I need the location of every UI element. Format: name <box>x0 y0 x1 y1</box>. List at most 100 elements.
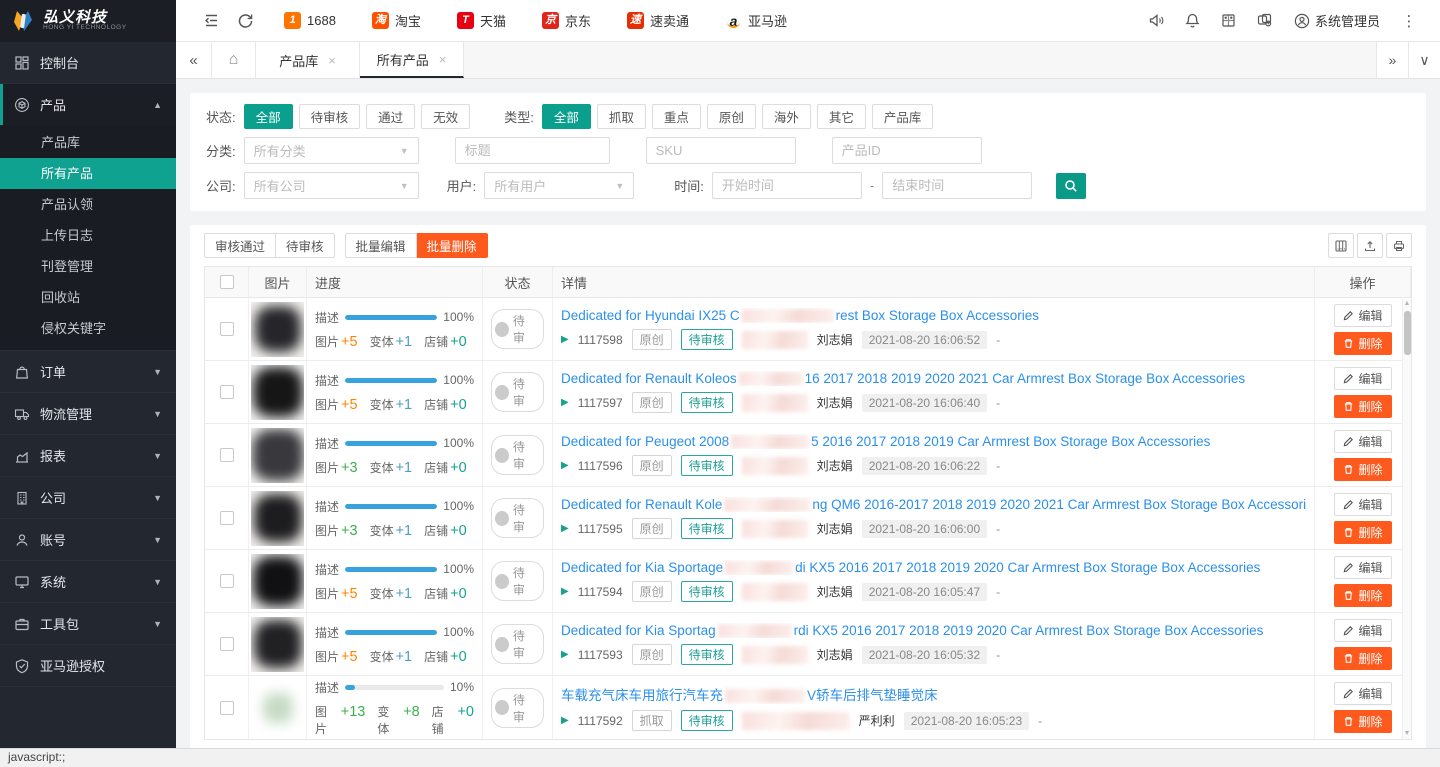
user-menu[interactable]: 系统管理员 <box>1284 11 1390 30</box>
edit-button[interactable]: 编辑 <box>1334 619 1392 642</box>
scrollbar-thumb[interactable] <box>1404 311 1411 355</box>
product-image[interactable] <box>251 428 304 483</box>
scroll-up-icon[interactable]: ▲ <box>1404 299 1411 309</box>
row-checkbox[interactable] <box>220 322 234 336</box>
row-checkbox[interactable] <box>220 701 234 715</box>
edit-button[interactable]: 编辑 <box>1334 682 1392 705</box>
set-pending-button[interactable]: 待审核 <box>276 233 335 258</box>
collapse-sidebar-icon[interactable] <box>194 0 228 42</box>
sessions-icon[interactable] <box>1248 0 1282 42</box>
tab-所有产品[interactable]: 所有产品× <box>360 42 464 78</box>
product-image[interactable] <box>251 680 304 735</box>
edit-button[interactable]: 编辑 <box>1334 367 1392 390</box>
status-option-全部[interactable]: 全部 <box>244 104 293 129</box>
sidebar-item-产品[interactable]: 产品▲ <box>0 84 176 125</box>
platform-link-天猫[interactable]: T天猫 <box>457 11 506 30</box>
tabs-scroll-left-icon[interactable]: « <box>176 42 212 78</box>
product-title-link[interactable]: Dedicated for Hyundai IX25 Crest Box Sto… <box>561 308 1039 323</box>
delete-button[interactable]: 删除 <box>1334 458 1392 481</box>
edit-button[interactable]: 编辑 <box>1334 304 1392 327</box>
delete-button[interactable]: 删除 <box>1334 332 1392 355</box>
delete-button[interactable]: 删除 <box>1334 710 1392 733</box>
sidebar-item-产品认领[interactable]: 产品认领 <box>0 189 176 220</box>
row-checkbox[interactable] <box>220 511 234 525</box>
sidebar-item-刊登管理[interactable]: 刊登管理 <box>0 251 176 282</box>
sidebar-item-亚马逊授权[interactable]: 亚马逊授权 <box>0 645 176 686</box>
scroll-down-icon[interactable]: ▼ <box>1404 729 1411 739</box>
product-image[interactable] <box>251 365 304 420</box>
end-time-input[interactable] <box>882 172 1032 199</box>
play-icon[interactable]: ▶ <box>561 586 569 597</box>
delete-button[interactable]: 删除 <box>1334 395 1392 418</box>
delete-button[interactable]: 删除 <box>1334 521 1392 544</box>
user-select[interactable]: 所有用户 ▼ <box>484 172 634 199</box>
product-image[interactable] <box>251 491 304 546</box>
product-image[interactable] <box>251 302 304 357</box>
tab-产品库[interactable]: 产品库× <box>256 42 360 78</box>
status-option-通过[interactable]: 通过 <box>366 104 415 129</box>
company-select[interactable]: 所有公司 ▼ <box>244 172 419 199</box>
batch-edit-button[interactable]: 批量编辑 <box>345 233 417 258</box>
more-menu-icon[interactable]: ⋮ <box>1392 0 1426 42</box>
type-option-抓取[interactable]: 抓取 <box>597 104 646 129</box>
type-option-产品库[interactable]: 产品库 <box>872 104 934 129</box>
sidebar-item-公司[interactable]: 公司▼ <box>0 477 176 518</box>
platform-link-淘宝[interactable]: 淘淘宝 <box>372 11 421 30</box>
product-id-input[interactable] <box>832 137 982 164</box>
close-icon[interactable]: × <box>328 53 336 68</box>
sidebar-item-侵权关键字[interactable]: 侵权关键字 <box>0 313 176 344</box>
edit-button[interactable]: 编辑 <box>1334 493 1392 516</box>
play-icon[interactable]: ▶ <box>561 523 569 534</box>
product-image[interactable] <box>251 617 304 672</box>
product-title-link[interactable]: Dedicated for Peugeot 20085 2016 2017 20… <box>561 434 1210 449</box>
notification-bell-icon[interactable] <box>1176 0 1210 42</box>
start-time-input[interactable] <box>712 172 862 199</box>
play-icon[interactable]: ▶ <box>561 715 569 726</box>
approve-button[interactable]: 审核通过 <box>204 233 276 258</box>
sidebar-item-上传日志[interactable]: 上传日志 <box>0 220 176 251</box>
play-icon[interactable]: ▶ <box>561 460 569 471</box>
type-option-其它[interactable]: 其它 <box>817 104 866 129</box>
play-icon[interactable]: ▶ <box>561 397 569 408</box>
category-select[interactable]: 所有分类 ▼ <box>244 137 419 164</box>
print-icon[interactable] <box>1386 233 1412 258</box>
type-option-海外[interactable]: 海外 <box>762 104 811 129</box>
delete-button[interactable]: 删除 <box>1334 647 1392 670</box>
status-option-待审核[interactable]: 待审核 <box>299 104 361 129</box>
sidebar-item-控制台[interactable]: 控制台 <box>0 42 176 83</box>
product-title-link[interactable]: Dedicated for Renault Koleng QM6 2016-20… <box>561 497 1306 512</box>
delete-button[interactable]: 删除 <box>1334 584 1392 607</box>
columns-settings-icon[interactable] <box>1328 233 1354 258</box>
title-input[interactable] <box>455 137 610 164</box>
brand-logo[interactable]: 弘义科技 HONG YI TECHNOLOGY <box>0 0 176 42</box>
row-checkbox[interactable] <box>220 574 234 588</box>
apps-grid-icon[interactable] <box>1212 0 1246 42</box>
product-title-link[interactable]: 车载充气床车用旅行汽车充V轿车后排气垫睡觉床 <box>561 684 938 704</box>
tabs-scroll-right-icon[interactable]: » <box>1376 42 1408 78</box>
row-checkbox[interactable] <box>220 448 234 462</box>
sidebar-item-所有产品[interactable]: 所有产品 <box>0 158 176 189</box>
announcement-icon[interactable] <box>1140 0 1174 42</box>
row-checkbox[interactable] <box>220 385 234 399</box>
home-tab-icon[interactable]: ⌂ <box>212 42 256 78</box>
select-all-checkbox[interactable] <box>220 275 234 289</box>
product-title-link[interactable]: Dedicated for Renault Koleos16 2017 2018… <box>561 371 1245 386</box>
sidebar-item-产品库[interactable]: 产品库 <box>0 127 176 158</box>
platform-link-亚马逊[interactable]: a亚马逊 <box>725 11 787 30</box>
type-option-重点[interactable]: 重点 <box>652 104 701 129</box>
product-title-link[interactable]: Dedicated for Kia Sportagedi KX5 2016 20… <box>561 560 1260 575</box>
platform-link-速卖通[interactable]: 速速卖通 <box>627 11 689 30</box>
platform-link-京东[interactable]: 京京东 <box>542 11 591 30</box>
sidebar-item-报表[interactable]: 报表▼ <box>0 435 176 476</box>
sidebar-item-订单[interactable]: 订单▼ <box>0 351 176 392</box>
edit-button[interactable]: 编辑 <box>1334 556 1392 579</box>
type-option-原创[interactable]: 原创 <box>707 104 756 129</box>
product-image[interactable] <box>251 554 304 609</box>
sidebar-item-工具包[interactable]: 工具包▼ <box>0 603 176 644</box>
sidebar-item-系统[interactable]: 系统▼ <box>0 561 176 602</box>
sidebar-item-回收站[interactable]: 回收站 <box>0 282 176 313</box>
sidebar-item-账号[interactable]: 账号▼ <box>0 519 176 560</box>
type-option-全部[interactable]: 全部 <box>542 104 591 129</box>
product-title-link[interactable]: Dedicated for Kia Sportagrdi KX5 2016 20… <box>561 623 1263 638</box>
search-button[interactable] <box>1056 173 1086 199</box>
